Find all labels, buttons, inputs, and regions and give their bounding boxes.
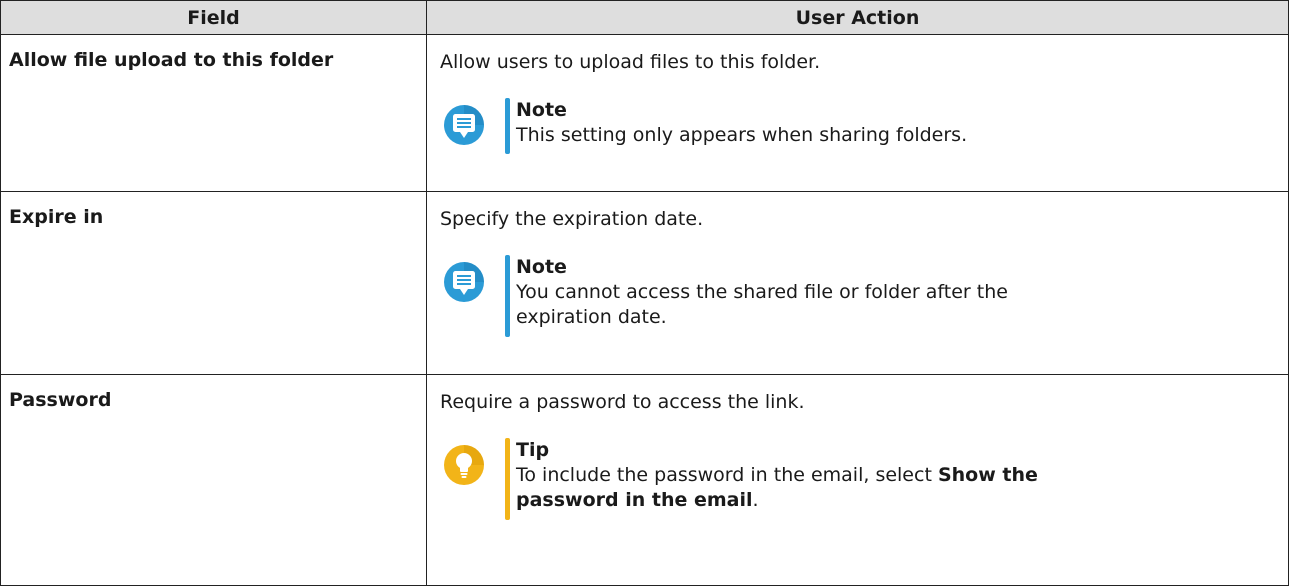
- note-title: Note: [516, 99, 567, 121]
- table-row: Allow file upload to this folder Allow u…: [0, 34, 1289, 192]
- note-text: You cannot access the shared file or fol…: [516, 281, 1008, 328]
- user-action-text: Specify the expiration date.: [440, 208, 704, 230]
- header-user-action: User Action: [426, 0, 1289, 35]
- tip-callout: Tip To include the password in the email…: [443, 438, 1278, 520]
- user-action-text: Require a password to access the link.: [440, 391, 805, 413]
- field-name: Password: [0, 374, 427, 586]
- note-icon: [444, 105, 484, 145]
- tip-text-before: To include the password in the email, se…: [516, 464, 938, 486]
- user-action-cell: Allow users to upload files to this fold…: [426, 34, 1289, 192]
- note-callout: Note This setting only appears when shar…: [443, 98, 1278, 154]
- lightbulb-icon: [444, 445, 484, 485]
- table-header-row: Field User Action: [0, 0, 1289, 35]
- note-body: Note This setting only appears when shar…: [516, 98, 1278, 148]
- note-callout: Note You cannot access the shared file o…: [443, 255, 1278, 337]
- user-action-cell: Specify the expiration date. Note You ca…: [426, 191, 1289, 375]
- field-name: Allow file upload to this folder: [0, 34, 427, 192]
- field-name: Expire in: [0, 191, 427, 375]
- header-field: Field: [0, 0, 427, 35]
- note-body: Note You cannot access the shared file o…: [516, 255, 1056, 330]
- field-action-table: Field User Action Allow file upload to t…: [0, 0, 1289, 586]
- note-accent-bar: [505, 98, 510, 154]
- user-action-cell: Require a password to access the link. T…: [426, 374, 1289, 586]
- tip-accent-bar: [505, 438, 510, 520]
- table-row: Expire in Specify the expiration date. N…: [0, 191, 1289, 375]
- note-title: Note: [516, 256, 567, 278]
- user-action-text: Allow users to upload files to this fold…: [440, 51, 821, 73]
- note-accent-bar: [505, 255, 510, 337]
- note-text: This setting only appears when sharing f…: [516, 124, 968, 146]
- tip-body: Tip To include the password in the email…: [516, 438, 1076, 513]
- table-row: Password Require a password to access th…: [0, 374, 1289, 586]
- tip-title: Tip: [516, 439, 550, 461]
- tip-text: To include the password in the email, se…: [516, 464, 1038, 511]
- note-icon: [444, 262, 484, 302]
- tip-text-after: .: [752, 489, 759, 511]
